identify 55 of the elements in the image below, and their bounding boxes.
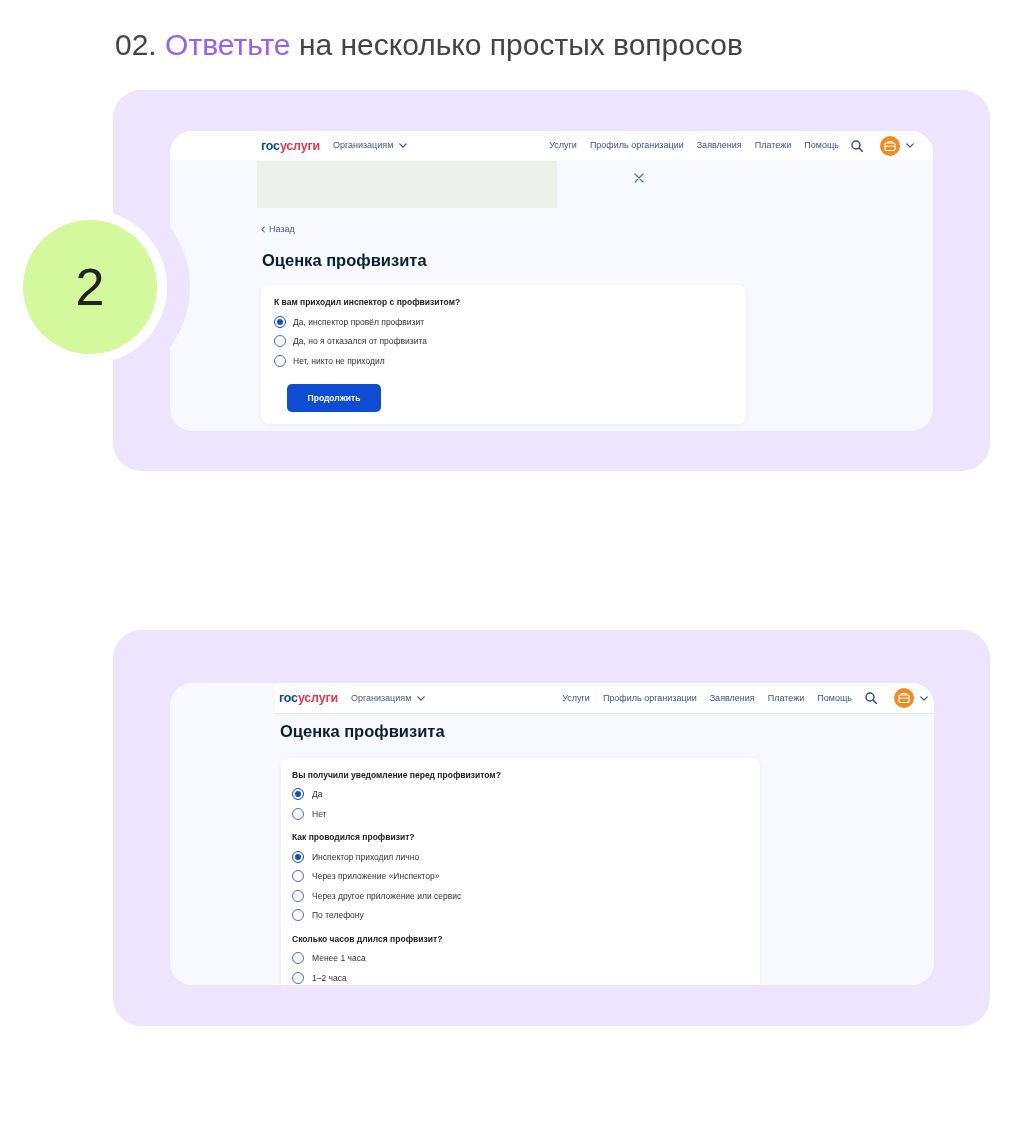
section-heading: 02. Ответьте на несколько простых вопросов: [115, 27, 743, 63]
radio-button[interactable]: [292, 870, 304, 883]
option-label[interactable]: Менее 1 часа: [312, 952, 366, 965]
nav-link[interactable]: Помощь: [817, 692, 852, 704]
radio-button[interactable]: [292, 850, 304, 863]
option-label[interactable]: Через другое приложение или сервис: [312, 889, 462, 902]
option-label[interactable]: Да, инспектор провёл профвизит: [293, 315, 425, 328]
page-title: Оценка профвизита: [262, 250, 427, 270]
page-title: Оценка профвизита: [280, 721, 445, 741]
nav-link[interactable]: Профиль организации: [602, 692, 697, 704]
nav-link[interactable]: Услуги: [562, 692, 590, 704]
option-label[interactable]: Инспектор приходил лично: [312, 850, 420, 863]
radio-button[interactable]: [292, 952, 304, 965]
back-link[interactable]: Назад: [261, 224, 295, 234]
chevron-down-icon[interactable]: [920, 695, 928, 701]
radio-button[interactable]: [274, 354, 286, 367]
radio-button[interactable]: [292, 909, 304, 922]
nav-link[interactable]: Помощь: [804, 140, 839, 151]
radio-button[interactable]: [274, 335, 286, 348]
search-icon[interactable]: [865, 692, 877, 704]
option-label[interactable]: Нет: [312, 807, 327, 820]
chevron-down-icon: [417, 695, 426, 701]
question-text: К вам приходил инспектор с профвизитом?: [274, 296, 461, 308]
chevron-down-icon: [399, 143, 408, 148]
question-text: Сколько часов длился профвизит?: [292, 932, 443, 945]
question-text: Как проводился профвизит?: [292, 831, 415, 843]
chevron-down-icon[interactable]: [906, 143, 914, 148]
option-label[interactable]: Через приложение «Инспектор»: [312, 870, 440, 883]
radio-button[interactable]: [292, 807, 304, 820]
question-text: Вы получили уведомление перед профвизитом?: [292, 768, 501, 781]
briefcase-avatar-icon[interactable]: [880, 135, 900, 156]
option-label[interactable]: Нет, никто не приходил: [293, 354, 385, 367]
nav-link[interactable]: Профиль организации: [589, 140, 684, 151]
nav-link[interactable]: Услуги: [549, 140, 577, 151]
option-label[interactable]: По телефону: [312, 909, 364, 922]
nav-link[interactable]: Заявления: [709, 692, 755, 704]
site-logo[interactable]: госуслуги: [261, 138, 320, 153]
radio-button[interactable]: [274, 315, 286, 328]
option-label[interactable]: Да: [312, 788, 323, 801]
radio-button[interactable]: [292, 889, 304, 902]
close-icon[interactable]: [634, 173, 644, 183]
continue-button[interactable]: Продолжить: [287, 384, 381, 412]
chevron-left-icon: [261, 225, 265, 233]
radio-button[interactable]: [292, 788, 304, 801]
nav-link[interactable]: Платежи: [767, 692, 805, 704]
nav-link[interactable]: Платежи: [754, 140, 792, 151]
organizations-menu-button[interactable]: Организациям: [332, 140, 408, 151]
option-label[interactable]: 1–2 часа: [312, 971, 347, 984]
site-logo[interactable]: госуслуги: [279, 691, 338, 705]
nav-link[interactable]: Заявления: [696, 140, 742, 151]
option-label[interactable]: Да, но я отказался от профвизита: [293, 335, 427, 348]
radio-button[interactable]: [292, 971, 304, 984]
organizations-menu-button[interactable]: Организациям: [350, 692, 426, 704]
briefcase-avatar-icon[interactable]: [894, 688, 914, 708]
search-icon[interactable]: [851, 139, 863, 152]
